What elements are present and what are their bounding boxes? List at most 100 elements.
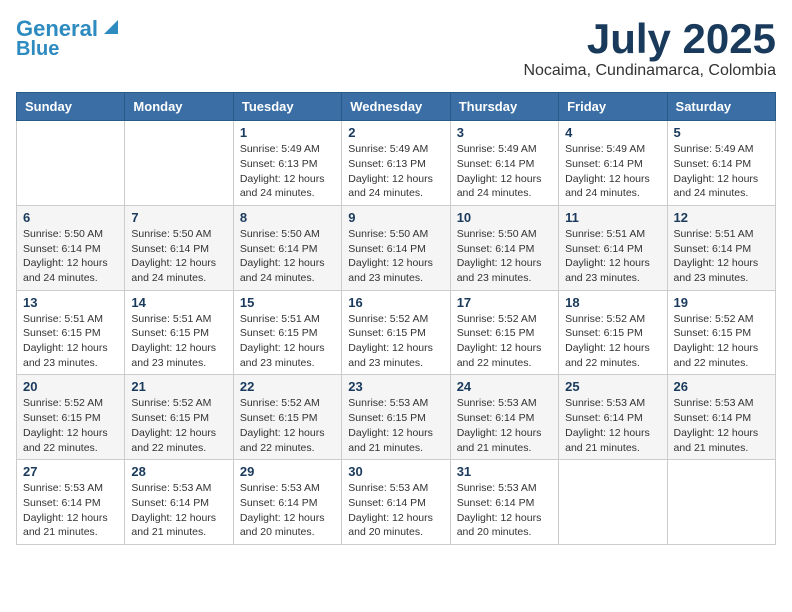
table-row: 1 Sunrise: 5:49 AMSunset: 6:13 PMDaylight… [233,121,341,206]
day-info: Sunrise: 5:53 AM Sunset: 6:14 PM Daylight:… [23,481,118,540]
daylight-text: Daylight: 12 hours and 24 minutes. [565,173,650,200]
day-number: 12 [674,210,769,225]
day-number: 15 [240,295,335,310]
sunset-text: Sunset: 6:15 PM [348,412,426,424]
table-row: 17Sunrise: 5:52 AMSunset: 6:15 PMDayligh… [450,290,558,375]
daylight-text: Daylight: 12 hours and 24 minutes. [240,257,325,284]
day-info: Sunrise: 5:49 AM Sunset: 6:14 PM Daylight:… [565,142,660,201]
page-header: General Blue July 2025 Nocaima, Cundinam… [16,16,776,80]
daylight-text: Daylight: 12 hours and 21 minutes. [674,427,759,454]
daylight-text: Daylight: 12 hours and 24 minutes. [348,173,433,200]
table-row: 5Sunrise: 5:49 AMSunset: 6:14 PMDaylight… [667,121,775,206]
sunset-text: Sunset: 6:14 PM [457,412,535,424]
sunset-text: Sunset: 6:15 PM [674,327,752,339]
month-title: July 2025 [523,16,776,62]
daylight-text: Daylight: 12 hours and 21 minutes. [23,512,108,539]
daylight-text: Daylight: 12 hours and 20 minutes. [240,512,325,539]
sunrise-text: Sunrise: 5:53 AM [457,397,537,409]
day-number: 19 [674,295,769,310]
daylight-text: Daylight: 12 hours and 23 minutes. [240,342,325,369]
table-row: 22 Sunrise: 5:52 AMSunset: 6:15 PMDayligh… [233,375,341,460]
sunrise-text: Sunrise: 5:53 AM [240,482,320,494]
sunset-text: Sunset: 6:15 PM [23,412,101,424]
calendar-week-row: 20Sunrise: 5:52 AMSunset: 6:15 PMDayligh… [17,375,776,460]
sunset-text: Sunset: 6:14 PM [23,243,101,255]
table-row [667,460,775,545]
sunset-text: Sunset: 6:14 PM [565,158,643,170]
sunrise-text: Sunrise: 5:50 AM [348,228,428,240]
sunset-text: Sunset: 6:14 PM [131,243,209,255]
sunset-text: Sunset: 6:14 PM [23,497,101,509]
sunrise-text: Sunrise: 5:53 AM [23,482,103,494]
day-number: 1 [240,125,335,140]
day-info: Sunrise: 5:51 AMSunset: 6:15 PMDaylight:… [23,312,118,371]
daylight-text: Daylight: 12 hours and 24 minutes. [131,257,216,284]
day-info: Sunrise: 5:52 AMSunset: 6:15 PMDaylight:… [240,396,335,455]
day-number: 8 [240,210,335,225]
logo-arrow-icon [100,16,122,38]
day-info: Sunrise: 5:51 AMSunset: 6:14 PMDaylight:… [565,227,660,286]
day-info: Sunrise: 5:53 AMSunset: 6:14 PMDaylight:… [674,396,769,455]
sunrise-text: Sunrise: 5:49 AM [674,143,754,155]
day-info: Sunrise: 5:52 AMSunset: 6:15 PMDaylight:… [457,312,552,371]
sunset-text: Sunset: 6:15 PM [240,327,318,339]
day-info: Sunrise: 5:52 AMSunset: 6:15 PMDaylight:… [23,396,118,455]
day-info: Sunrise: 5:53 AMSunset: 6:14 PMDaylight:… [131,481,226,540]
sunset-text: Sunset: 6:14 PM [457,158,535,170]
day-info: Sunrise: 5:50 AMSunset: 6:14 PMDaylight:… [457,227,552,286]
table-row: 23Sunrise: 5:53 AMSunset: 6:15 PMDayligh… [342,375,450,460]
sunrise-text: Sunrise: 5:49 AM [565,143,645,155]
day-number: 5 [674,125,769,140]
day-info: Sunrise: 5:53 AM Sunset: 6:14 PM Daylight:… [240,481,335,540]
location-title: Nocaima, Cundinamarca, Colombia [523,62,776,80]
sunset-text: Sunset: 6:14 PM [131,497,209,509]
table-row: 27 Sunrise: 5:53 AM Sunset: 6:14 PM Dayligh… [17,460,125,545]
day-number: 11 [565,210,660,225]
daylight-text: Daylight: 12 hours and 21 minutes. [565,427,650,454]
table-row: 10 Sunrise: 5:50 AMSunset: 6:14 PMDayligh… [450,205,558,290]
day-info: Sunrise: 5:50 AMSunset: 6:14 PMDaylight:… [131,227,226,286]
day-number: 28 [131,464,226,479]
header-friday: Friday [559,93,667,121]
daylight-text: Daylight: 12 hours and 24 minutes. [240,173,325,200]
day-number: 18 [565,295,660,310]
sunset-text: Sunset: 6:15 PM [23,327,101,339]
day-number: 29 [240,464,335,479]
day-number: 4 [565,125,660,140]
sunset-text: Sunset: 6:14 PM [457,497,535,509]
day-number: 10 [457,210,552,225]
daylight-text: Daylight: 12 hours and 24 minutes. [457,173,542,200]
sunrise-text: Sunrise: 5:49 AM [240,143,320,155]
sunrise-text: Sunrise: 5:51 AM [565,228,645,240]
daylight-text: Daylight: 12 hours and 22 minutes. [240,427,325,454]
sunrise-text: Sunrise: 5:51 AM [240,313,320,325]
day-info: Sunrise: 5:53 AMSunset: 6:14 PMDaylight:… [565,396,660,455]
sunrise-text: Sunrise: 5:50 AM [457,228,537,240]
day-number: 2 [348,125,443,140]
table-row: 25Sunrise: 5:53 AMSunset: 6:14 PMDayligh… [559,375,667,460]
header-saturday: Saturday [667,93,775,121]
sunrise-text: Sunrise: 5:53 AM [131,482,211,494]
sunset-text: Sunset: 6:13 PM [348,158,426,170]
daylight-text: Daylight: 12 hours and 22 minutes. [674,342,759,369]
day-number: 27 [23,464,118,479]
header-wednesday: Wednesday [342,93,450,121]
sunset-text: Sunset: 6:15 PM [240,412,318,424]
table-row: 11 Sunrise: 5:51 AMSunset: 6:14 PMDayligh… [559,205,667,290]
sunset-text: Sunset: 6:14 PM [240,497,318,509]
day-info: Sunrise: 5:50 AMSunset: 6:14 PMDaylight:… [23,227,118,286]
sunrise-text: Sunrise: 5:49 AM [348,143,428,155]
table-row: 16Sunrise: 5:52 AMSunset: 6:15 PMDayligh… [342,290,450,375]
day-info: Sunrise: 5:49 AMSunset: 6:13 PMDaylight:… [240,142,335,201]
sunset-text: Sunset: 6:14 PM [674,412,752,424]
day-number: 22 [240,379,335,394]
header-tuesday: Tuesday [233,93,341,121]
daylight-text: Daylight: 12 hours and 22 minutes. [131,427,216,454]
table-row: 19Sunrise: 5:52 AMSunset: 6:15 PMDayligh… [667,290,775,375]
day-info: Sunrise: 5:53 AMSunset: 6:14 PMDaylight:… [457,396,552,455]
table-row: 20Sunrise: 5:52 AMSunset: 6:15 PMDayligh… [17,375,125,460]
table-row: 28Sunrise: 5:53 AMSunset: 6:14 PMDayligh… [125,460,233,545]
day-info: Sunrise: 5:51 AMSunset: 6:15 PMDaylight:… [131,312,226,371]
table-row: 4 Sunrise: 5:49 AM Sunset: 6:14 PM Daylight… [559,121,667,206]
daylight-text: Daylight: 12 hours and 22 minutes. [23,427,108,454]
